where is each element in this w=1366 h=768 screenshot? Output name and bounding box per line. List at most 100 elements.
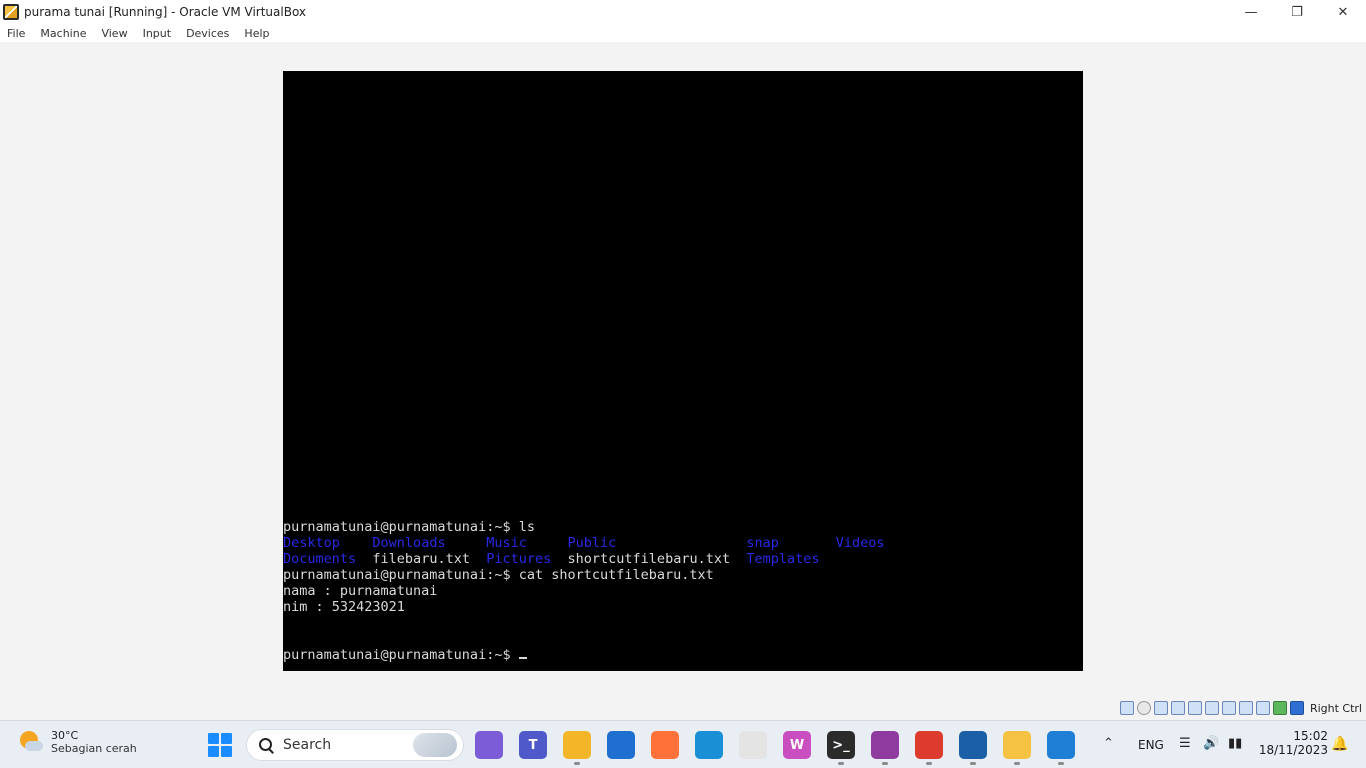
clock-time: 15:02 <box>1293 729 1328 743</box>
search-icon <box>259 738 273 752</box>
menu-devices[interactable]: Devices <box>186 27 229 40</box>
restore-button[interactable]: ❐ <box>1274 0 1320 24</box>
snipping-tool-icon[interactable] <box>739 731 767 759</box>
audio-icon[interactable] <box>1153 701 1168 715</box>
app-glyph: T <box>528 737 538 753</box>
restore-icon: ❐ <box>1291 4 1303 20</box>
terminal-line: nim : 532423021 <box>283 599 1083 615</box>
vm-display-area: purnamatunai@purnamatunai:~$ ls Desktop D… <box>0 42 1366 698</box>
wps-icon[interactable]: W <box>783 731 811 759</box>
terminal-line: Documents filebaru.txt Pictures shortcut… <box>283 551 1083 567</box>
directory-entry: Music <box>486 535 527 551</box>
command-line: purnamatunai@purnamatunai:~$ ls <box>283 519 535 535</box>
text-cursor <box>518 657 527 659</box>
command-output: nim : 532423021 <box>283 599 405 615</box>
cpu-icon[interactable] <box>1255 701 1270 715</box>
menu-bar: File Machine View Input Devices Help <box>0 24 1366 42</box>
search-highlight-image <box>413 733 457 757</box>
directory-entry: Videos <box>835 535 885 551</box>
menu-input[interactable]: Input <box>143 27 171 40</box>
usb-icon[interactable] <box>1187 701 1202 715</box>
running-indicator <box>1014 762 1020 765</box>
running-indicator <box>574 762 580 765</box>
close-icon: ✕ <box>1337 4 1349 20</box>
window-controls: — ❐ ✕ <box>1228 0 1366 24</box>
weather-widget[interactable]: 30°C Sebagian cerah <box>18 729 137 755</box>
windows-logo-icon <box>208 733 219 744</box>
title-bar: purama tunai [Running] - Oracle VM Virtu… <box>0 0 1366 24</box>
notification-bell-icon[interactable]: 🔔 <box>1331 736 1348 752</box>
terminal-line: purnamatunai@purnamatunai:~$ <box>283 647 1083 663</box>
directory-entry: Documents <box>283 551 357 567</box>
terminal-line: nama : purnamatunai <box>283 583 1083 599</box>
terminal-line: Desktop Downloads Music Public snap Vide… <box>283 535 1083 551</box>
running-indicator <box>926 762 932 765</box>
start-button[interactable] <box>208 733 232 757</box>
chevron-up-icon[interactable]: ⌃ <box>1103 736 1114 751</box>
recording-icon[interactable] <box>1238 701 1253 715</box>
taskbar: 30°C Sebagian cerah Search T W >_ ⌃ ENG ☰ … <box>0 720 1366 768</box>
virtualbox-vm-icon[interactable] <box>1003 731 1031 759</box>
virtualbox-icon[interactable] <box>959 731 987 759</box>
file-entry: shortcutfilebaru.txt <box>567 551 731 567</box>
running-indicator <box>1058 762 1064 765</box>
host-key-label[interactable]: Right Ctrl <box>1310 702 1362 715</box>
optical-drive-icon[interactable] <box>1136 701 1151 715</box>
winrar-icon[interactable] <box>871 731 899 759</box>
directory-entry: Desktop <box>283 535 340 551</box>
command-output: nama : purnamatunai <box>283 583 438 599</box>
directory-entry: Downloads <box>372 535 446 551</box>
command-line: purnamatunai@purnamatunai:~$ cat shortcu… <box>283 567 714 583</box>
terminal-icon[interactable]: >_ <box>827 731 855 759</box>
file-entry: filebaru.txt <box>372 551 470 567</box>
copilot-icon[interactable] <box>475 731 503 759</box>
partly-sunny-icon <box>18 729 44 755</box>
file-explorer-icon[interactable] <box>563 731 591 759</box>
app-glyph: >_ <box>832 737 850 753</box>
volume-icon[interactable]: 🔊 <box>1203 736 1219 751</box>
edge-icon[interactable] <box>695 731 723 759</box>
menu-file[interactable]: File <box>7 27 25 40</box>
window-title: purama tunai [Running] - Oracle VM Virtu… <box>24 5 307 19</box>
app-icon[interactable] <box>607 731 635 759</box>
display-icon[interactable] <box>1221 701 1236 715</box>
app-glyph: W <box>789 737 805 753</box>
clock-date: 18/11/2023 <box>1258 743 1328 757</box>
firefox-icon[interactable] <box>651 731 679 759</box>
photos-icon[interactable] <box>1047 731 1075 759</box>
network-icon[interactable] <box>1170 701 1185 715</box>
terminal-line: purnamatunai@purnamatunai:~$ ls <box>283 519 1083 535</box>
running-indicator <box>970 762 976 765</box>
wifi-icon[interactable]: ☰ <box>1179 736 1191 751</box>
terminal-line: purnamatunai@purnamatunai:~$ cat shortcu… <box>283 567 1083 583</box>
chrome-icon[interactable] <box>915 731 943 759</box>
battery-icon[interactable]: ▮▮ <box>1228 736 1242 751</box>
menu-machine[interactable]: Machine <box>40 27 86 40</box>
directory-entry: snap <box>746 535 779 551</box>
shared-folders-icon[interactable] <box>1204 701 1219 715</box>
language-indicator[interactable]: ENG <box>1138 738 1164 752</box>
close-button[interactable]: ✕ <box>1320 0 1366 24</box>
terminal-output: purnamatunai@purnamatunai:~$ ls Desktop D… <box>283 519 1083 663</box>
search-label: Search <box>283 737 332 753</box>
minimize-button[interactable]: — <box>1228 0 1274 24</box>
running-indicator <box>838 762 844 765</box>
directory-entry: Public <box>567 535 617 551</box>
menu-help[interactable]: Help <box>244 27 269 40</box>
directory-entry: Pictures <box>486 551 552 567</box>
weather-temperature: 30°C <box>51 729 79 742</box>
virtualbox-logo-icon <box>3 4 19 20</box>
command-line: purnamatunai@purnamatunai:~$ <box>283 647 519 663</box>
mouse-integration-icon[interactable] <box>1289 701 1304 715</box>
running-indicator <box>882 762 888 765</box>
teams-icon[interactable]: T <box>519 731 547 759</box>
hard-disk-icon[interactable] <box>1119 701 1134 715</box>
vm-screen[interactable]: purnamatunai@purnamatunai:~$ ls Desktop D… <box>283 71 1083 671</box>
clock[interactable]: 15:02 18/11/2023 <box>1256 729 1328 757</box>
minimize-icon: — <box>1244 4 1258 20</box>
menu-view[interactable]: View <box>101 27 127 40</box>
guest-additions-icon[interactable] <box>1272 701 1287 715</box>
search-box[interactable]: Search <box>246 729 464 761</box>
